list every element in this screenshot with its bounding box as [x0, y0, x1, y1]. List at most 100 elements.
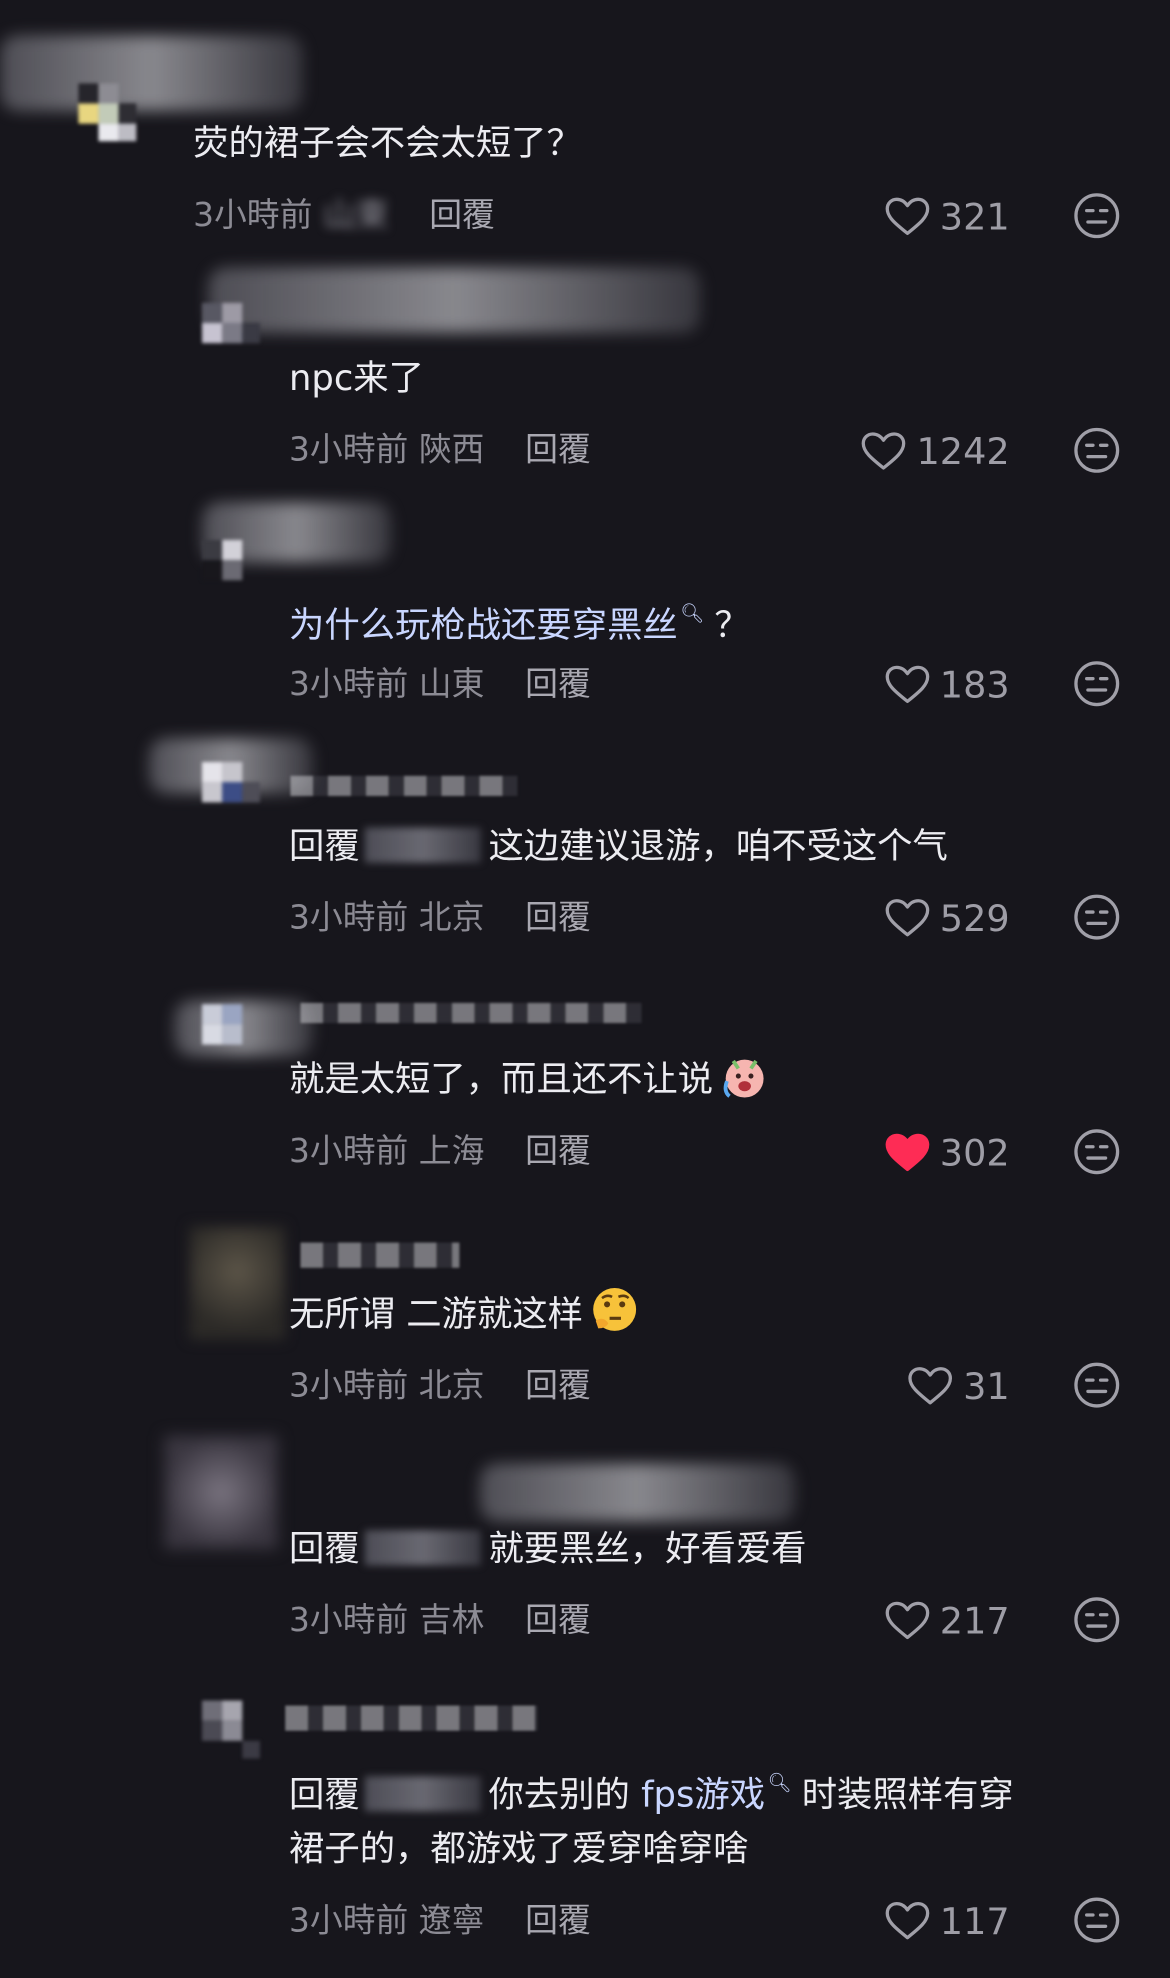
- reply-button[interactable]: 回覆: [525, 1133, 591, 1171]
- like-button[interactable]: 183: [884, 660, 1010, 710]
- reply-prefix: 回覆: [289, 1527, 360, 1570]
- heart-outline-icon: [908, 1367, 953, 1405]
- reply-button[interactable]: 回覆: [525, 1902, 591, 1940]
- like-count: 529: [939, 896, 1010, 940]
- mention-blurred[interactable]: [364, 1776, 481, 1812]
- reply-button[interactable]: 回覆: [525, 1367, 591, 1405]
- comment-location: 北京: [418, 899, 485, 938]
- like-button[interactable]: 31: [908, 1361, 1010, 1411]
- comment-time: 3小時前: [289, 1367, 409, 1406]
- reply-button[interactable]: 回覆: [525, 899, 591, 937]
- like-button[interactable]: 1242: [861, 426, 1010, 476]
- like-count: 217: [939, 1599, 1010, 1643]
- comment-location: 遼寧: [418, 1902, 485, 1941]
- avatar[interactable]: [78, 83, 137, 142]
- comment-text-line-2: 裙子的，都游戏了爱穿啥穿啥: [289, 1827, 749, 1870]
- like-button[interactable]: 321: [884, 192, 1010, 242]
- search-icon: 🔍︎: [767, 1771, 792, 1794]
- username-blurred: [300, 1002, 642, 1024]
- avatar[interactable]: [189, 1226, 286, 1340]
- comment-text: 就是太短了，而且还不让说: [289, 1047, 771, 1113]
- comment-text: 为什么玩枪战还要穿黑丝 🔍︎？: [289, 601, 750, 646]
- heart-outline-icon: [885, 1601, 929, 1640]
- comment-location: 陝西: [418, 431, 485, 470]
- search-link[interactable]: fps游戏: [641, 1774, 765, 1816]
- reply-button[interactable]: 回覆: [525, 431, 591, 469]
- heart-outline-icon: [885, 665, 929, 704]
- comment-text: 荧的裙子会不会太短了？: [193, 122, 582, 164]
- avatar[interactable]: [164, 1435, 278, 1550]
- username-blurred: [290, 775, 518, 797]
- comment-location: 山東: [418, 666, 485, 704]
- reply-prefix: 回覆: [289, 1773, 360, 1816]
- like-count: 321: [939, 195, 1010, 239]
- like-count: 302: [939, 1131, 1010, 1175]
- thinking-face-emoji: [593, 1287, 636, 1331]
- neutral-face-icon[interactable]: [1073, 1896, 1121, 1944]
- username-blurred: [300, 1242, 460, 1268]
- search-icon: 🔍︎: [680, 601, 705, 625]
- username-blurred: [208, 267, 701, 334]
- comment-text: npc来了: [289, 357, 424, 399]
- like-button[interactable]: 117: [884, 1896, 1010, 1946]
- comment-time: 3小時前: [193, 196, 313, 235]
- reply-prefix: 回覆: [289, 825, 360, 867]
- neutral-face-icon[interactable]: [1073, 192, 1121, 240]
- like-count: 31: [963, 1364, 1010, 1408]
- avatar[interactable]: [201, 1700, 260, 1759]
- like-count: 117: [939, 1899, 1010, 1943]
- comment-meta: 3小時前 遼寧 回覆: [289, 1895, 591, 1942]
- avatar[interactable]: [201, 1004, 260, 1062]
- comment-list: 荧的裙子会不会太短了？ 3小時前 山東 回覆 321 npc来了 3小時前 陝西…: [0, 0, 1170, 1978]
- like-count: 1242: [916, 430, 1010, 474]
- avatar[interactable]: [201, 761, 260, 820]
- comment-time: 3小時前: [289, 666, 409, 704]
- avatar[interactable]: [201, 539, 260, 598]
- comment-meta: 3小時前 上海 回覆: [289, 1125, 591, 1172]
- comment-text: 无所谓 二游就这样: [289, 1282, 641, 1348]
- reply-button[interactable]: 回覆: [525, 666, 591, 704]
- like-button[interactable]: 302: [884, 1128, 1010, 1178]
- neutral-face-icon[interactable]: [1073, 1596, 1121, 1644]
- neutral-face-icon[interactable]: [1073, 893, 1121, 941]
- comment-time: 3小時前: [289, 899, 409, 938]
- heart-filled-icon: [885, 1133, 929, 1172]
- like-button[interactable]: 529: [884, 893, 1010, 943]
- comment-time: 3小時前: [289, 1132, 409, 1171]
- comment-time: 3小時前: [289, 1602, 409, 1640]
- mention-blurred[interactable]: [364, 1530, 481, 1566]
- heart-outline-icon: [885, 899, 929, 937]
- comment-location: 吉林: [418, 1602, 485, 1640]
- username-blurred: [0, 35, 303, 112]
- comment-meta: 3小時前 北京 回覆: [289, 892, 591, 939]
- comment-location: 山東: [322, 196, 389, 235]
- like-count: 183: [939, 663, 1010, 707]
- neutral-face-icon[interactable]: [1073, 1361, 1121, 1409]
- search-link[interactable]: 为什么玩枪战还要穿黑丝: [289, 604, 678, 646]
- like-button[interactable]: 217: [884, 1596, 1010, 1646]
- neutral-face-icon[interactable]: [1073, 660, 1121, 708]
- reply-button[interactable]: 回覆: [429, 197, 495, 235]
- comment-text: 回覆 就要黑丝，好看爱看: [289, 1527, 807, 1570]
- crying-face-emoji: [723, 1059, 764, 1098]
- comment-location: 北京: [418, 1367, 485, 1406]
- comment-location: 上海: [418, 1132, 485, 1171]
- heart-outline-icon: [861, 432, 906, 470]
- neutral-face-icon[interactable]: [1073, 1128, 1121, 1176]
- mention-blurred[interactable]: [364, 827, 481, 863]
- reply-button[interactable]: 回覆: [525, 1602, 591, 1640]
- comment-meta: 3小時前 吉林 回覆: [289, 1595, 591, 1642]
- comment-time: 3小時前: [289, 1902, 409, 1941]
- username-blurred: [285, 1705, 538, 1731]
- comment-meta: 3小時前 北京 回覆: [289, 1360, 591, 1407]
- comment-meta: 3小時前 陝西 回覆: [289, 424, 591, 471]
- comment-time: 3小時前: [289, 431, 409, 470]
- neutral-face-icon[interactable]: [1073, 426, 1121, 474]
- heart-outline-icon: [885, 197, 929, 236]
- avatar[interactable]: [201, 302, 260, 361]
- heart-outline-icon: [885, 1901, 929, 1940]
- comment-meta: 3小時前 山東 回覆: [193, 189, 495, 236]
- comment-meta: 3小時前 山東 回覆: [289, 659, 591, 706]
- comment-text: 回覆 这边建议退游，咱不受这个气: [289, 825, 948, 867]
- username-blurred: [479, 1463, 796, 1522]
